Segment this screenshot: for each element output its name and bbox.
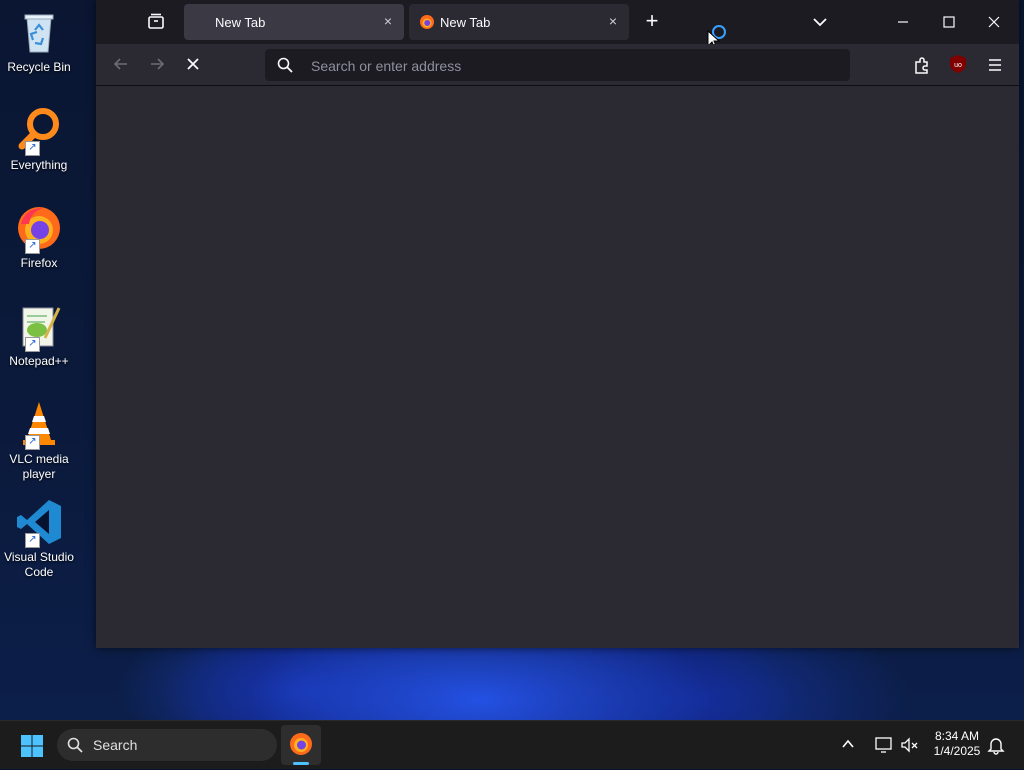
stop-loading-button[interactable] <box>181 52 205 76</box>
firefox-icon: ↗ <box>15 204 63 254</box>
notepad-plus-plus-icon: ↗ <box>15 302 63 352</box>
close-icon <box>988 16 1000 28</box>
volume-button[interactable] <box>900 735 920 760</box>
shortcut-arrow-icon: ↗ <box>25 239 40 254</box>
tab-new-tab[interactable]: New Tab × <box>409 4 629 40</box>
notifications-button[interactable] <box>987 735 1005 760</box>
network-status-button[interactable] <box>874 735 894 760</box>
desktop-icon-everything[interactable]: ↗ Everything <box>2 106 76 173</box>
back-arrow-icon <box>113 58 127 70</box>
shortcut-arrow-icon: ↗ <box>25 435 40 450</box>
desktop-icon-recycle-bin[interactable]: Recycle Bin <box>2 8 76 75</box>
desktop-icon-label: Visual Studio Code <box>4 550 74 579</box>
firefox-favicon-icon <box>419 14 435 30</box>
navigation-toolbar: uo <box>96 44 1019 86</box>
desktop-icon-label: Everything <box>10 158 68 172</box>
close-window-button[interactable] <box>982 10 1006 34</box>
close-tab-icon[interactable]: × <box>380 13 396 29</box>
tab-strip: New Tab × New Tab × + <box>96 0 1019 50</box>
app-menu-button[interactable] <box>984 54 1006 76</box>
vlc-icon: ↗ <box>15 400 63 450</box>
chevron-down-icon <box>813 18 827 27</box>
desktop-icon-label: VLC media player <box>9 452 69 481</box>
desktop-icon-label: Notepad++ <box>9 354 69 368</box>
search-icon <box>277 57 293 73</box>
maximize-button[interactable] <box>937 10 961 34</box>
tab-title: New Tab <box>215 15 266 30</box>
desktop-icon-vlc[interactable]: ↗ VLC media player <box>2 400 76 482</box>
shortcut-arrow-icon: ↗ <box>25 533 40 548</box>
minimize-button[interactable] <box>891 10 915 34</box>
address-bar[interactable] <box>265 49 850 81</box>
system-clock[interactable]: 8:34 AM 1/4/2025 <box>920 729 994 759</box>
speaker-muted-icon <box>901 737 918 753</box>
forward-arrow-icon <box>151 58 165 70</box>
maximize-icon <box>943 16 955 28</box>
firefox-view-button[interactable] <box>144 10 168 34</box>
shortcut-arrow-icon: ↗ <box>25 141 40 156</box>
windows-logo-icon <box>21 735 43 757</box>
desktop-icon-firefox[interactable]: ↗ Firefox <box>2 204 76 271</box>
hamburger-menu-icon <box>989 59 1001 71</box>
vscode-icon: ↗ <box>15 498 63 548</box>
everything-search-icon: ↗ <box>15 106 63 156</box>
ublock-origin-button[interactable]: uo <box>948 54 968 74</box>
desktop-icon-notepad-plus-plus[interactable]: ↗ Notepad++ <box>2 302 76 369</box>
taskbar-search-label: Search <box>93 737 138 753</box>
chevron-up-icon <box>842 739 854 748</box>
network-monitor-icon <box>875 737 892 753</box>
running-indicator <box>293 762 309 765</box>
address-input[interactable] <box>309 55 833 77</box>
firefox-icon <box>290 733 312 755</box>
firefox-view-icon <box>148 13 164 29</box>
stop-x-icon <box>187 58 199 70</box>
ublock-shield-icon: uo <box>950 55 966 73</box>
taskbar-search-box[interactable]: Search <box>57 729 277 761</box>
list-all-tabs-button[interactable] <box>809 12 831 32</box>
minimize-icon <box>898 21 908 23</box>
start-button[interactable] <box>20 734 44 758</box>
clock-date: 1/4/2025 <box>933 744 981 758</box>
bell-icon <box>987 738 1005 755</box>
show-hidden-icons-button[interactable] <box>841 737 855 756</box>
forward-button[interactable] <box>145 52 169 76</box>
svg-text:uo: uo <box>954 62 962 69</box>
desktop-icon-vscode[interactable]: ↗ Visual Studio Code <box>2 498 76 580</box>
close-tab-icon[interactable]: × <box>605 13 621 29</box>
recycle-bin-icon <box>15 8 63 56</box>
desktop-icon-label: Recycle Bin <box>7 60 71 74</box>
new-tab-button[interactable]: + <box>640 10 664 34</box>
desktop-icon-label: Firefox <box>20 256 58 270</box>
back-button[interactable] <box>109 52 133 76</box>
search-icon <box>67 737 83 753</box>
puzzle-piece-icon <box>915 57 928 74</box>
shortcut-arrow-icon: ↗ <box>25 337 40 352</box>
clock-time: 8:34 AM <box>934 729 980 743</box>
firefox-window: New Tab × New Tab × + Search or enter ad… <box>96 0 1019 648</box>
page-content-area[interactable] <box>96 86 1019 648</box>
tab-title: New Tab <box>440 15 491 30</box>
tab-new-tab-active[interactable]: New Tab × <box>184 4 404 40</box>
taskbar-firefox-button[interactable] <box>281 725 321 765</box>
taskbar: Search 8:34 AM 1/4/2025 <box>0 720 1024 769</box>
extensions-button[interactable] <box>911 54 933 76</box>
